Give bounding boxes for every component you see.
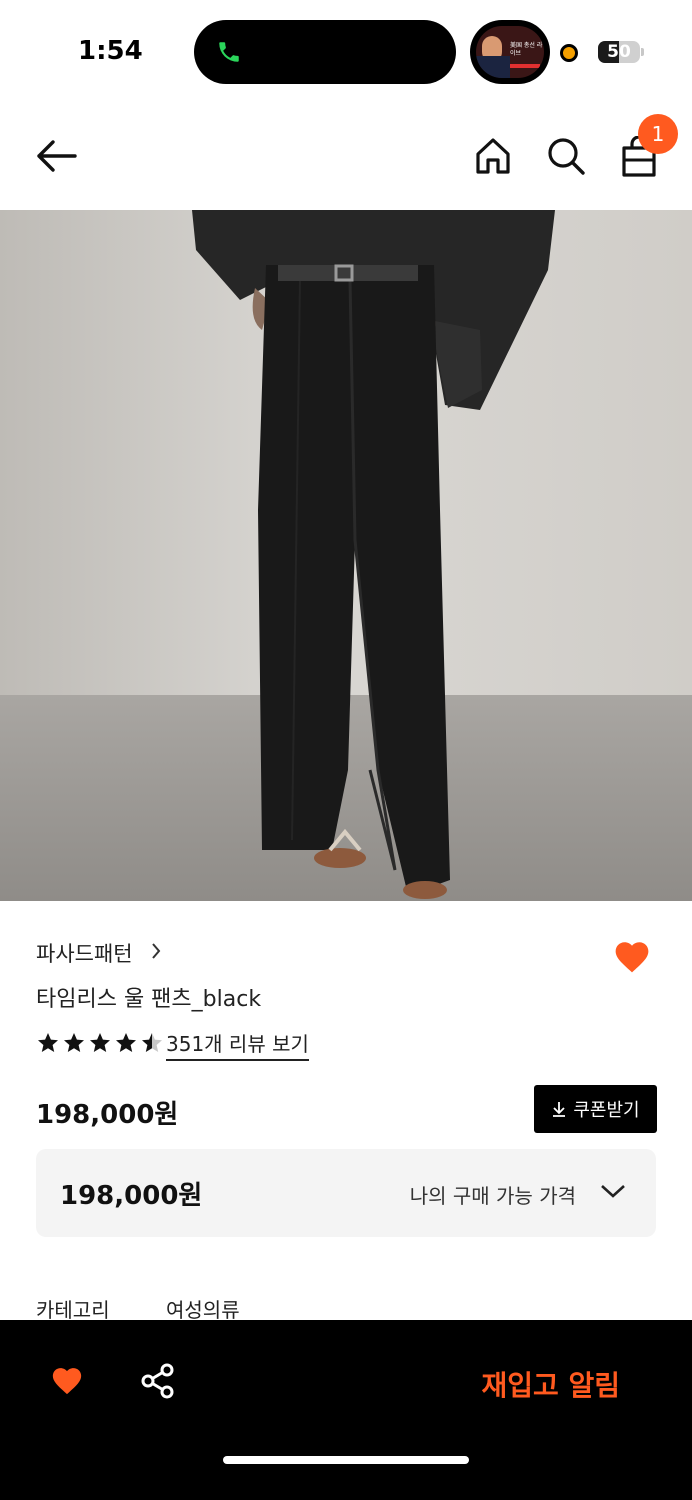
bottom-action-bar: 재입고 알림	[0, 1320, 692, 1500]
star-icon	[64, 1033, 84, 1052]
restock-alert-button[interactable]: 재입고 알림	[481, 1364, 620, 1404]
my-price-dropdown[interactable]: 198,000원 나의 구매 가능 가격	[36, 1149, 656, 1237]
my-price-value: 198,000원	[60, 1181, 203, 1211]
battery-level-text: 50	[607, 42, 631, 62]
coupon-label: 쿠폰받기	[573, 1100, 640, 1121]
heart-icon[interactable]	[50, 1364, 84, 1396]
video-caption: 美国 총선 라이브	[510, 42, 543, 57]
picture-in-picture-video[interactable]: 美国 총선 라이브	[470, 20, 550, 84]
battery-cap	[641, 48, 644, 56]
dynamic-island-call[interactable]	[194, 20, 456, 84]
top-navigation-bar	[0, 104, 692, 210]
home-indicator[interactable]	[223, 1456, 469, 1464]
product-price: 198,000원	[36, 1100, 179, 1130]
battery-indicator: 50	[598, 41, 640, 63]
download-coupon-button[interactable]: 쿠폰받기	[534, 1085, 657, 1133]
back-arrow-icon[interactable]	[34, 138, 78, 174]
brand-name-link[interactable]: 파사드패턴	[36, 938, 133, 968]
recording-indicator	[560, 44, 578, 62]
product-photo-art	[0, 210, 692, 901]
chevron-right-icon	[152, 943, 161, 959]
status-bar: 1:54 美国 총선 라이브 50	[0, 0, 692, 104]
star-icon	[116, 1033, 136, 1052]
phone-icon	[219, 42, 239, 62]
product-title: 타임리스 울 팬츠_black	[36, 987, 262, 1012]
category-label: 카테고리	[36, 1298, 110, 1322]
video-caption-bar	[510, 64, 540, 68]
home-icon[interactable]	[474, 136, 512, 176]
share-icon[interactable]	[140, 1362, 176, 1400]
video-person-suit	[476, 56, 510, 78]
chevron-down-icon	[601, 1185, 625, 1198]
my-price-label: 나의 구매 가능 가격	[409, 1184, 576, 1208]
rating-stars	[36, 1031, 164, 1055]
cart-count-badge: 1	[638, 114, 678, 154]
star-icon	[38, 1033, 58, 1052]
search-icon[interactable]	[546, 136, 586, 176]
video-thumbnail: 美国 총선 라이브	[476, 26, 544, 78]
reviews-link[interactable]: 351개 리뷰 보기	[166, 1028, 309, 1061]
star-icon	[90, 1033, 110, 1052]
status-time: 1:54	[78, 36, 143, 66]
product-image[interactable]	[0, 210, 692, 901]
download-icon	[553, 1102, 566, 1117]
star-icon	[142, 1033, 162, 1052]
heart-icon[interactable]	[612, 938, 652, 974]
category-value: 여성의류	[166, 1298, 240, 1322]
